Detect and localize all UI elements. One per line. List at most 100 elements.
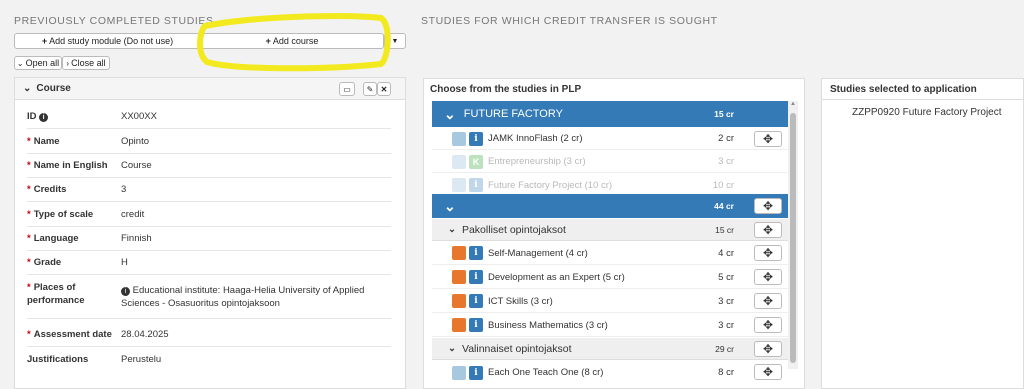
move-icon: ✥ <box>762 342 774 356</box>
list-item[interactable]: i Self-Management (4 cr) 4 cr ✥ <box>432 242 788 265</box>
scroll-up-icon: ▲ <box>790 101 796 107</box>
info-icon[interactable]: i <box>469 131 483 146</box>
status-square <box>452 318 466 332</box>
name-english-value: Course <box>121 160 152 171</box>
minimize-button[interactable]: ▭ <box>339 82 355 96</box>
group-future-factory[interactable]: ⌄ FUTURE FACTORY 15 cr <box>432 101 788 127</box>
status-square <box>452 270 466 284</box>
close-all-button[interactable]: › Close all <box>62 56 110 70</box>
window-icon: ▭ <box>343 84 351 94</box>
move-button[interactable]: ✥ <box>754 341 782 357</box>
course-name: Each One Teach One (8 cr) <box>488 367 604 378</box>
move-icon: ✥ <box>762 199 774 213</box>
info-icon[interactable]: i <box>469 365 483 380</box>
open-all-button[interactable]: ⌄ Open all <box>14 56 62 70</box>
scrollbar[interactable]: ▲ <box>788 101 798 369</box>
scale-type-value: credit <box>121 209 145 220</box>
move-button[interactable]: ✥ <box>754 317 782 333</box>
edit-button[interactable]: ✎ <box>363 82 377 96</box>
assessment-date-label: * Assessment date <box>27 329 112 340</box>
move-button[interactable]: ✥ <box>754 222 782 238</box>
move-button[interactable]: ✥ <box>754 269 782 285</box>
chevron-down-icon: ⌄ <box>448 224 456 235</box>
list-item[interactable]: i ICT Skills (3 cr) 3 cr ✥ <box>432 290 788 313</box>
chevron-right-icon: › <box>66 58 70 68</box>
info-icon: i <box>121 287 130 296</box>
close-icon: ✕ <box>380 84 388 94</box>
move-icon: ✥ <box>762 318 774 332</box>
justifications-label: Justifications <box>27 354 89 365</box>
credit-transfer-title: STUDIES FOR WHICH CREDIT TRANSFER IS SOU… <box>421 15 718 27</box>
list-item[interactable]: i Each One Teach One (8 cr) 8 cr ✥ <box>432 361 788 384</box>
chevron-down-icon: ⌄ <box>16 58 24 68</box>
group-programme[interactable]: ⌄ 44 cr ✥ <box>432 194 788 218</box>
grade-label: * Grade <box>27 257 62 268</box>
plp-panel-title: Choose from the studies in PLP <box>430 84 582 95</box>
move-icon: ✥ <box>762 132 774 146</box>
move-button[interactable]: ✥ <box>754 131 782 147</box>
course-name: Entrepreneurship (3 cr) <box>488 156 586 167</box>
status-square <box>452 246 466 260</box>
pencil-icon: ✎ <box>366 84 374 94</box>
name-label: * Name <box>27 136 60 147</box>
chevron-down-icon: ⌄ <box>444 197 456 214</box>
course-name: Development as an Expert (5 cr) <box>488 271 625 283</box>
move-button[interactable]: ✥ <box>754 245 782 261</box>
course-name: Future Factory Project (10 cr) <box>488 179 613 191</box>
language-label: * Language <box>27 233 79 244</box>
selected-item[interactable]: ZZPP0920 Future Factory Project <box>852 107 1002 118</box>
course-panel: ⌄ Course ▭ ✎ ✕ ID i XX00XX * Name Opinto … <box>14 77 406 389</box>
k-badge-icon: K <box>469 154 483 169</box>
plus-icon: + <box>41 36 48 46</box>
name-value: Opinto <box>121 136 149 147</box>
chevron-down-icon: ⌄ <box>23 83 32 94</box>
previous-studies-title: PREVIOUSLY COMPLETED STUDIES <box>14 15 214 27</box>
list-item[interactable]: i Business Mathematics (3 cr) 3 cr ✥ <box>432 314 788 337</box>
move-button[interactable]: ✥ <box>754 198 782 214</box>
id-value: XX00XX <box>121 111 157 122</box>
highlight-annotation <box>197 13 391 72</box>
language-value: Finnish <box>121 233 152 244</box>
info-icon[interactable]: i <box>469 270 483 284</box>
plp-panel: Choose from the studies in PLP ▲ ⌄ FUTUR… <box>423 78 805 389</box>
subgroup-valinnaiset[interactable]: ⌄ Valinnaiset opintojaksot 29 cr ✥ <box>432 338 788 360</box>
scale-type-label: * Type of scale <box>27 209 94 220</box>
id-label: ID i <box>27 111 49 122</box>
delete-button[interactable]: ✕ <box>377 82 391 96</box>
list-item[interactable]: i Development as an Expert (5 cr) 5 cr ✥ <box>432 266 788 289</box>
status-square <box>452 178 466 192</box>
info-icon[interactable]: i <box>469 294 483 308</box>
list-item: K Entrepreneurship (3 cr) 3 cr <box>432 151 788 173</box>
selected-panel-title: Studies selected to application <box>830 84 977 95</box>
chevron-down-icon: ⌄ <box>444 105 456 122</box>
list-item[interactable]: i JAMK InnoFlash (2 cr) 2 cr ✥ <box>432 128 788 150</box>
name-english-label: * Name in English <box>27 160 108 171</box>
course-name: ICT Skills (3 cr) <box>488 295 553 307</box>
move-button[interactable]: ✥ <box>754 364 782 380</box>
places-value: i Educational institute: Haaga-Helia Uni… <box>121 285 365 309</box>
list-item: i Future Factory Project (10 cr) 10 cr <box>432 174 788 196</box>
status-square <box>452 154 466 169</box>
justifications-value: Perustelu <box>121 354 162 365</box>
plp-list: ⌄ FUTURE FACTORY 15 cr i JAMK InnoFlash … <box>432 101 788 389</box>
course-name: Self-Management (4 cr) <box>488 247 588 259</box>
info-icon[interactable]: i <box>469 318 483 332</box>
credits-label: * Credits <box>27 184 67 195</box>
status-square <box>452 365 466 380</box>
add-study-module-button[interactable]: + Add study module (Do not use) <box>14 33 201 49</box>
move-icon: ✥ <box>762 270 774 284</box>
move-button[interactable]: ✥ <box>754 293 782 309</box>
places-label: * Places of performance <box>27 282 85 306</box>
scrollbar-thumb[interactable] <box>790 113 796 363</box>
move-icon: ✥ <box>762 294 774 308</box>
credits-value: 3 <box>121 184 127 195</box>
move-icon: ✥ <box>762 246 774 260</box>
move-icon: ✥ <box>762 223 774 237</box>
grade-value: H <box>121 257 128 268</box>
course-name: JAMK InnoFlash (2 cr) <box>488 133 583 144</box>
status-square <box>452 294 466 308</box>
info-icon[interactable]: i <box>469 246 483 260</box>
subgroup-pakolliset[interactable]: ⌄ Pakolliset opintojaksot 15 cr ✥ <box>432 219 788 241</box>
chevron-down-icon: ⌄ <box>448 343 456 354</box>
move-icon: ✥ <box>762 365 774 379</box>
